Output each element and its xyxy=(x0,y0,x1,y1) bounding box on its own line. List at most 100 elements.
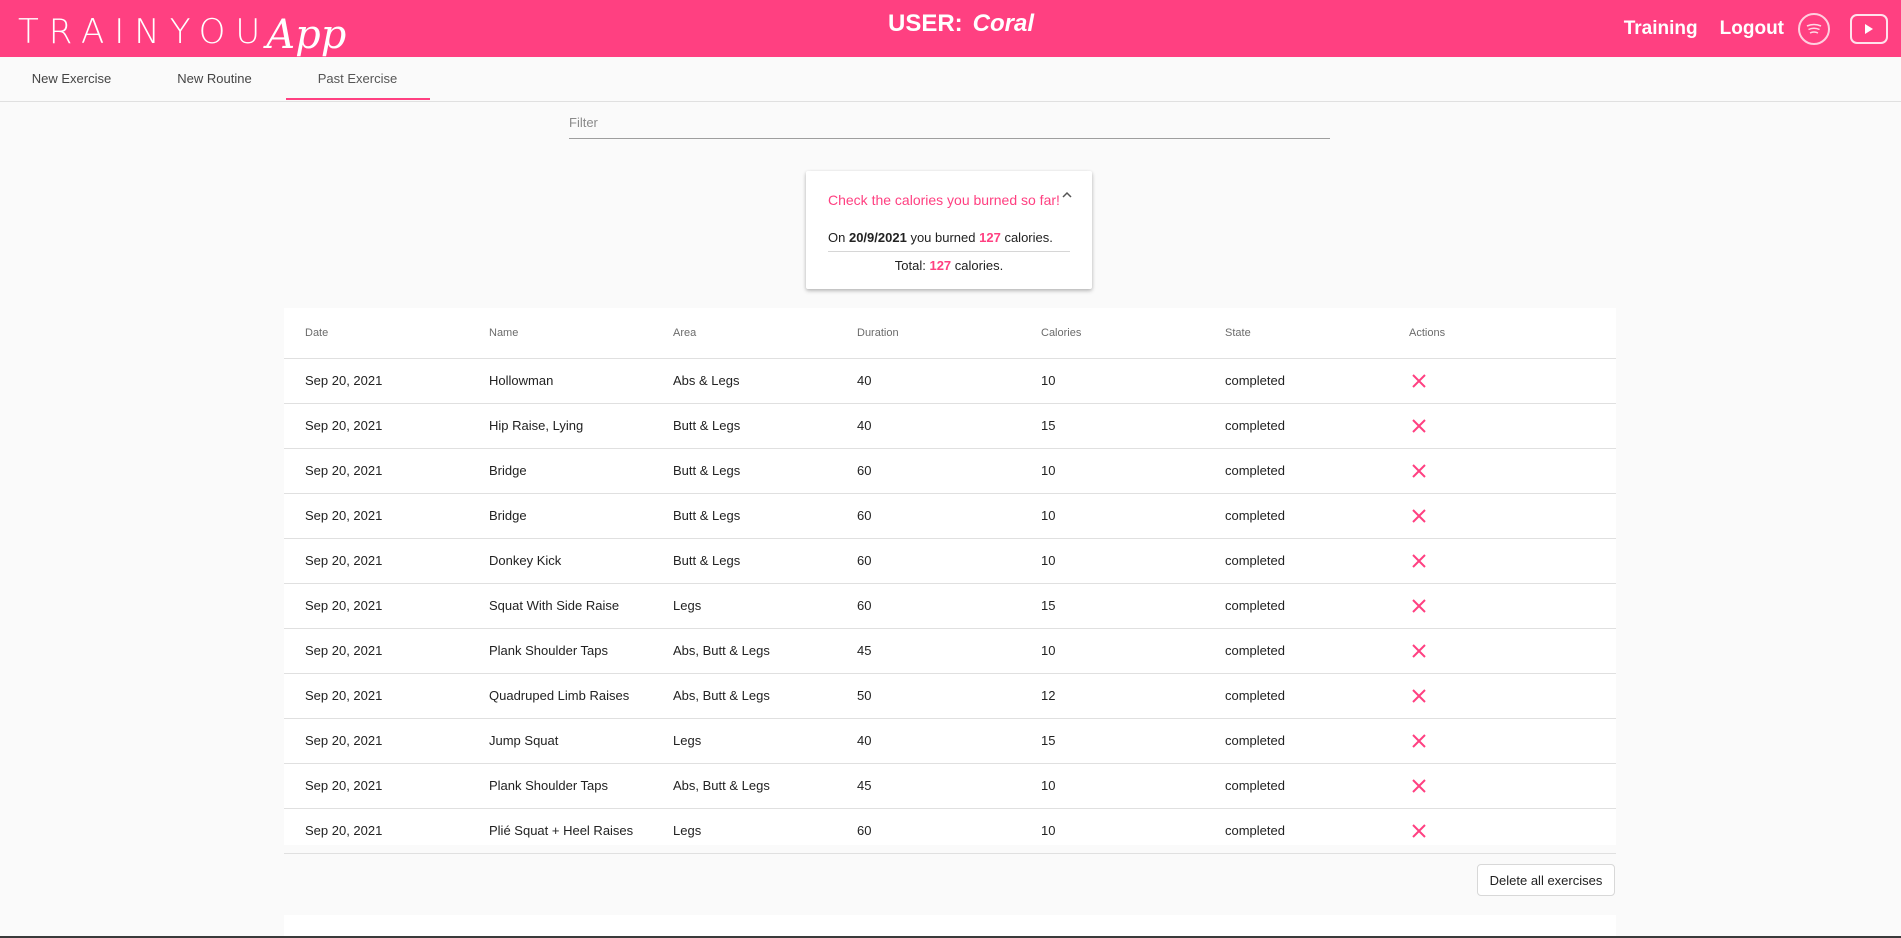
cell-duration: 50 xyxy=(857,688,872,703)
cell-duration: 60 xyxy=(857,553,872,568)
cell-name: Squat With Side Raise xyxy=(489,598,620,613)
cell-date: Sep 20, 2021 xyxy=(305,778,383,793)
column-header-duration[interactable]: Duration xyxy=(857,308,899,358)
close-icon[interactable] xyxy=(1410,687,1428,705)
delete-all-button[interactable]: Delete all exercises xyxy=(1477,864,1615,896)
cell-calories: 15 xyxy=(1041,598,1056,613)
calories-entry: On 20/9/2021 you burned 127 calories. xyxy=(828,230,1070,245)
table-row: Sep 20, 2021 Plank Shoulder Taps Abs, Butt… xyxy=(284,629,1616,674)
cell-duration: 45 xyxy=(857,643,872,658)
column-header-calories[interactable]: Calories xyxy=(1041,308,1081,358)
cell-name: Bridge xyxy=(489,463,527,478)
nav-logout-link[interactable]: Logout xyxy=(1720,18,1784,40)
table-row: Sep 20, 2021 Donkey Kick Butt & Legs 60 10 co… xyxy=(284,539,1616,584)
calories-panel-title[interactable]: Check the calories you burned so far! xyxy=(828,192,1060,208)
cell-duration: 60 xyxy=(857,823,872,838)
cell-name: Plank Shoulder Taps xyxy=(489,643,609,658)
nav-training-link[interactable]: Training xyxy=(1624,18,1698,40)
table-row: Sep 20, 2021 Squat With Side Raise Legs 60 1… xyxy=(284,584,1616,629)
cell-state: completed xyxy=(1225,463,1285,478)
column-header-area[interactable]: Area xyxy=(673,308,696,358)
column-header-date[interactable]: Date xyxy=(305,308,328,358)
close-icon[interactable] xyxy=(1410,372,1428,390)
tab-new-exercise[interactable]: New Exercise xyxy=(0,57,143,101)
table-row: Sep 20, 2021 Quadruped Limb Raises Abs, Bu… xyxy=(284,674,1616,719)
cell-date: Sep 20, 2021 xyxy=(305,688,383,703)
close-icon[interactable] xyxy=(1410,597,1428,615)
cell-date: Sep 20, 2021 xyxy=(305,553,383,568)
close-icon[interactable] xyxy=(1410,552,1428,570)
table-row: Sep 20, 2021 Jump Squat Legs 40 15 completed xyxy=(284,719,1616,764)
close-icon[interactable] xyxy=(1410,507,1428,525)
entry-suffix: calories. xyxy=(1004,230,1053,245)
youtube-icon[interactable] xyxy=(1850,13,1888,44)
tab-bar: New Exercise New Routine Past Exercise xyxy=(0,57,1901,102)
cell-state: completed xyxy=(1225,508,1285,523)
entry-calories: 127 xyxy=(979,230,1001,245)
exercise-table: Date Name Area Duration Calories State A… xyxy=(284,308,1616,854)
close-icon[interactable] xyxy=(1410,777,1428,795)
cell-state: completed xyxy=(1225,733,1285,748)
calories-total: Total: 127 calories. xyxy=(806,258,1092,273)
cell-calories: 15 xyxy=(1041,418,1056,433)
cell-state: completed xyxy=(1225,823,1285,838)
close-icon[interactable] xyxy=(1410,732,1428,750)
cell-state: completed xyxy=(1225,643,1285,658)
cell-date: Sep 20, 2021 xyxy=(305,373,383,388)
cell-calories: 10 xyxy=(1041,463,1056,478)
cell-date: Sep 20, 2021 xyxy=(305,823,383,838)
tab-new-routine[interactable]: New Routine xyxy=(143,57,286,101)
cell-date: Sep 20, 2021 xyxy=(305,463,383,478)
tab-past-exercise[interactable]: Past Exercise xyxy=(286,57,429,101)
close-icon[interactable] xyxy=(1410,417,1428,435)
cell-name: Quadruped Limb Raises xyxy=(489,688,630,703)
cell-duration: 60 xyxy=(857,598,872,613)
cell-name: Bridge xyxy=(489,508,527,523)
total-suffix: calories. xyxy=(954,258,1004,273)
cell-calories: 10 xyxy=(1041,508,1056,523)
cell-area: Legs xyxy=(673,598,702,613)
cell-date: Sep 20, 2021 xyxy=(305,508,383,523)
chevron-up-icon[interactable] xyxy=(1060,188,1074,202)
cell-date: Sep 20, 2021 xyxy=(305,733,383,748)
cell-calories: 10 xyxy=(1041,373,1056,388)
cell-state: completed xyxy=(1225,418,1285,433)
cell-state: completed xyxy=(1225,688,1285,703)
close-icon[interactable] xyxy=(1410,462,1428,480)
filter-input[interactable] xyxy=(569,111,1330,130)
cell-calories: 10 xyxy=(1041,643,1056,658)
cell-name: Jump Squat xyxy=(489,733,559,748)
top-toolbar: TRAINYOU App USER: Coral Training Logout xyxy=(0,0,1901,58)
spotify-icon[interactable] xyxy=(1798,12,1830,45)
table-row: Sep 20, 2021 Plié Squat + Heel Raises Legs… xyxy=(284,809,1616,854)
column-header-name[interactable]: Name xyxy=(489,308,518,358)
cell-name: Hollowman xyxy=(489,373,554,388)
cell-calories: 10 xyxy=(1041,823,1056,838)
paginator xyxy=(284,915,1616,938)
user-info: USER: Coral xyxy=(888,10,1034,38)
calories-panel: Check the calories you burned so far! On… xyxy=(806,171,1092,289)
filter-field xyxy=(569,111,1330,139)
column-header-state[interactable]: State xyxy=(1225,308,1251,358)
cell-duration: 40 xyxy=(857,418,872,433)
table-body: Sep 20, 2021 Hollowman Abs & Legs 40 10 compl… xyxy=(284,359,1616,854)
entry-date: 20/9/2021 xyxy=(848,230,907,245)
close-icon[interactable] xyxy=(1410,642,1428,660)
cell-state: completed xyxy=(1225,778,1285,793)
total-calories: 127 xyxy=(929,258,952,273)
table-header: Date Name Area Duration Calories State A… xyxy=(284,308,1616,359)
cell-state: completed xyxy=(1225,553,1285,568)
cell-name: Hip Raise, Lying xyxy=(489,418,584,433)
close-icon[interactable] xyxy=(1410,822,1428,840)
cell-area: Abs, Butt & Legs xyxy=(673,688,770,703)
column-header-actions: Actions xyxy=(1409,327,1446,339)
brand-logo[interactable]: TRAINYOU App xyxy=(18,6,346,58)
cell-date: Sep 20, 2021 xyxy=(305,418,383,433)
cell-date: Sep 20, 2021 xyxy=(305,598,383,613)
cell-area: Butt & Legs xyxy=(673,508,741,523)
table-row: Sep 20, 2021 Bridge Butt & Legs 60 10 complet… xyxy=(284,494,1616,539)
brand-name: TRAINYOU xyxy=(18,12,271,52)
divider xyxy=(828,251,1070,252)
cell-area: Butt & Legs xyxy=(673,418,741,433)
entry-middle: you burned xyxy=(910,230,976,245)
